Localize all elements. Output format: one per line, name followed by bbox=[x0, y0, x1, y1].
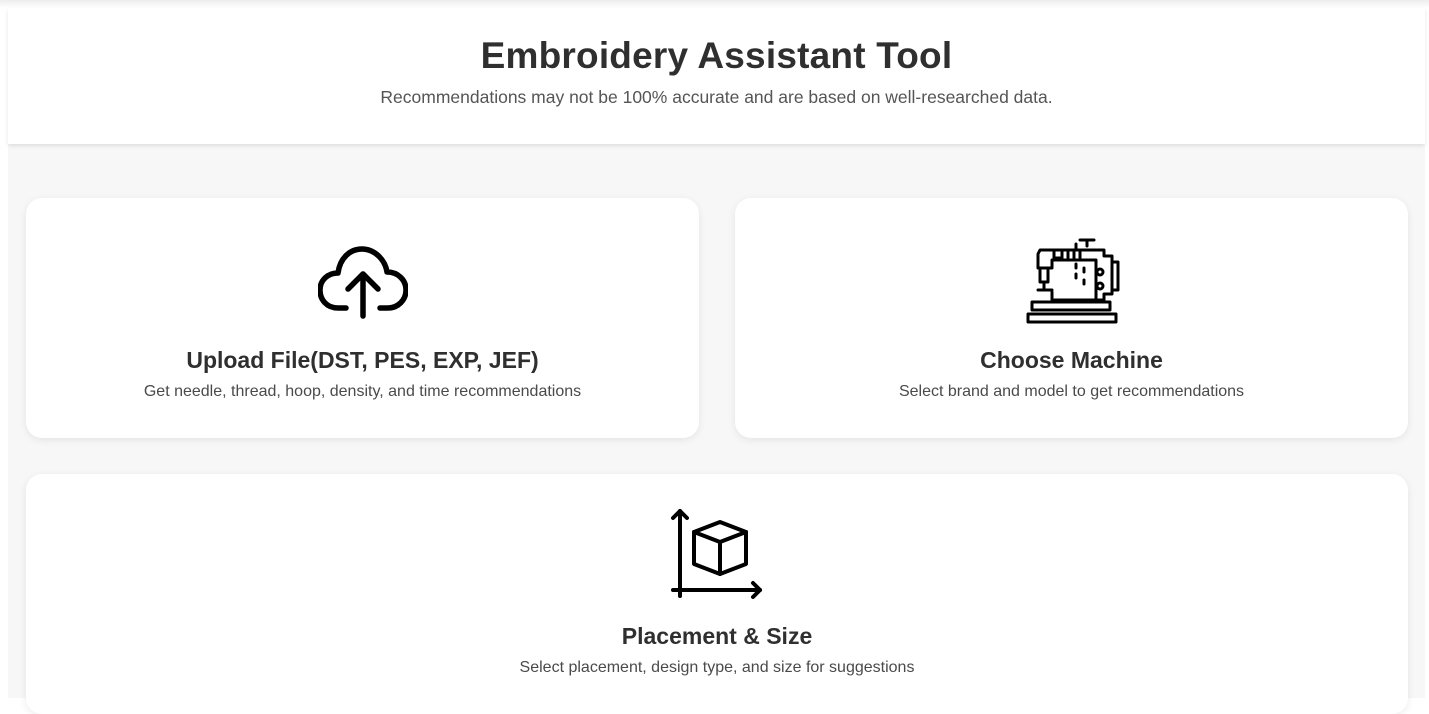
page-subtitle: Recommendations may not be 100% accurate… bbox=[380, 87, 1053, 107]
cloud-upload-icon bbox=[317, 246, 408, 319]
placement-size-card[interactable]: Placement & Size Select placement, desig… bbox=[26, 474, 1408, 714]
upload-file-card[interactable]: Upload File(DST, PES, EXP, JEF) Get need… bbox=[26, 198, 699, 438]
upload-card-description: Get needle, thread, hoop, density, and t… bbox=[143, 383, 582, 400]
page-header: Embroidery Assistant Tool Recommendation… bbox=[8, 8, 1425, 144]
placement-card-title: Placement & Size bbox=[621, 623, 813, 649]
machine-card-description: Select brand and model to get recommenda… bbox=[898, 383, 1245, 400]
choose-machine-card[interactable]: Choose Machine Select brand and model to… bbox=[735, 198, 1408, 438]
sewing-machine-icon bbox=[1026, 238, 1119, 324]
machine-card-title: Choose Machine bbox=[980, 347, 1163, 373]
upload-card-title: Upload File(DST, PES, EXP, JEF) bbox=[186, 347, 539, 373]
box-axes-icon bbox=[671, 509, 762, 599]
placement-card-description: Select placement, design type, and size … bbox=[519, 659, 915, 676]
page-title: Embroidery Assistant Tool bbox=[480, 35, 953, 76]
top-divider bbox=[0, 0, 1429, 8]
options-panel: Upload File(DST, PES, EXP, JEF) Get need… bbox=[8, 144, 1425, 714]
